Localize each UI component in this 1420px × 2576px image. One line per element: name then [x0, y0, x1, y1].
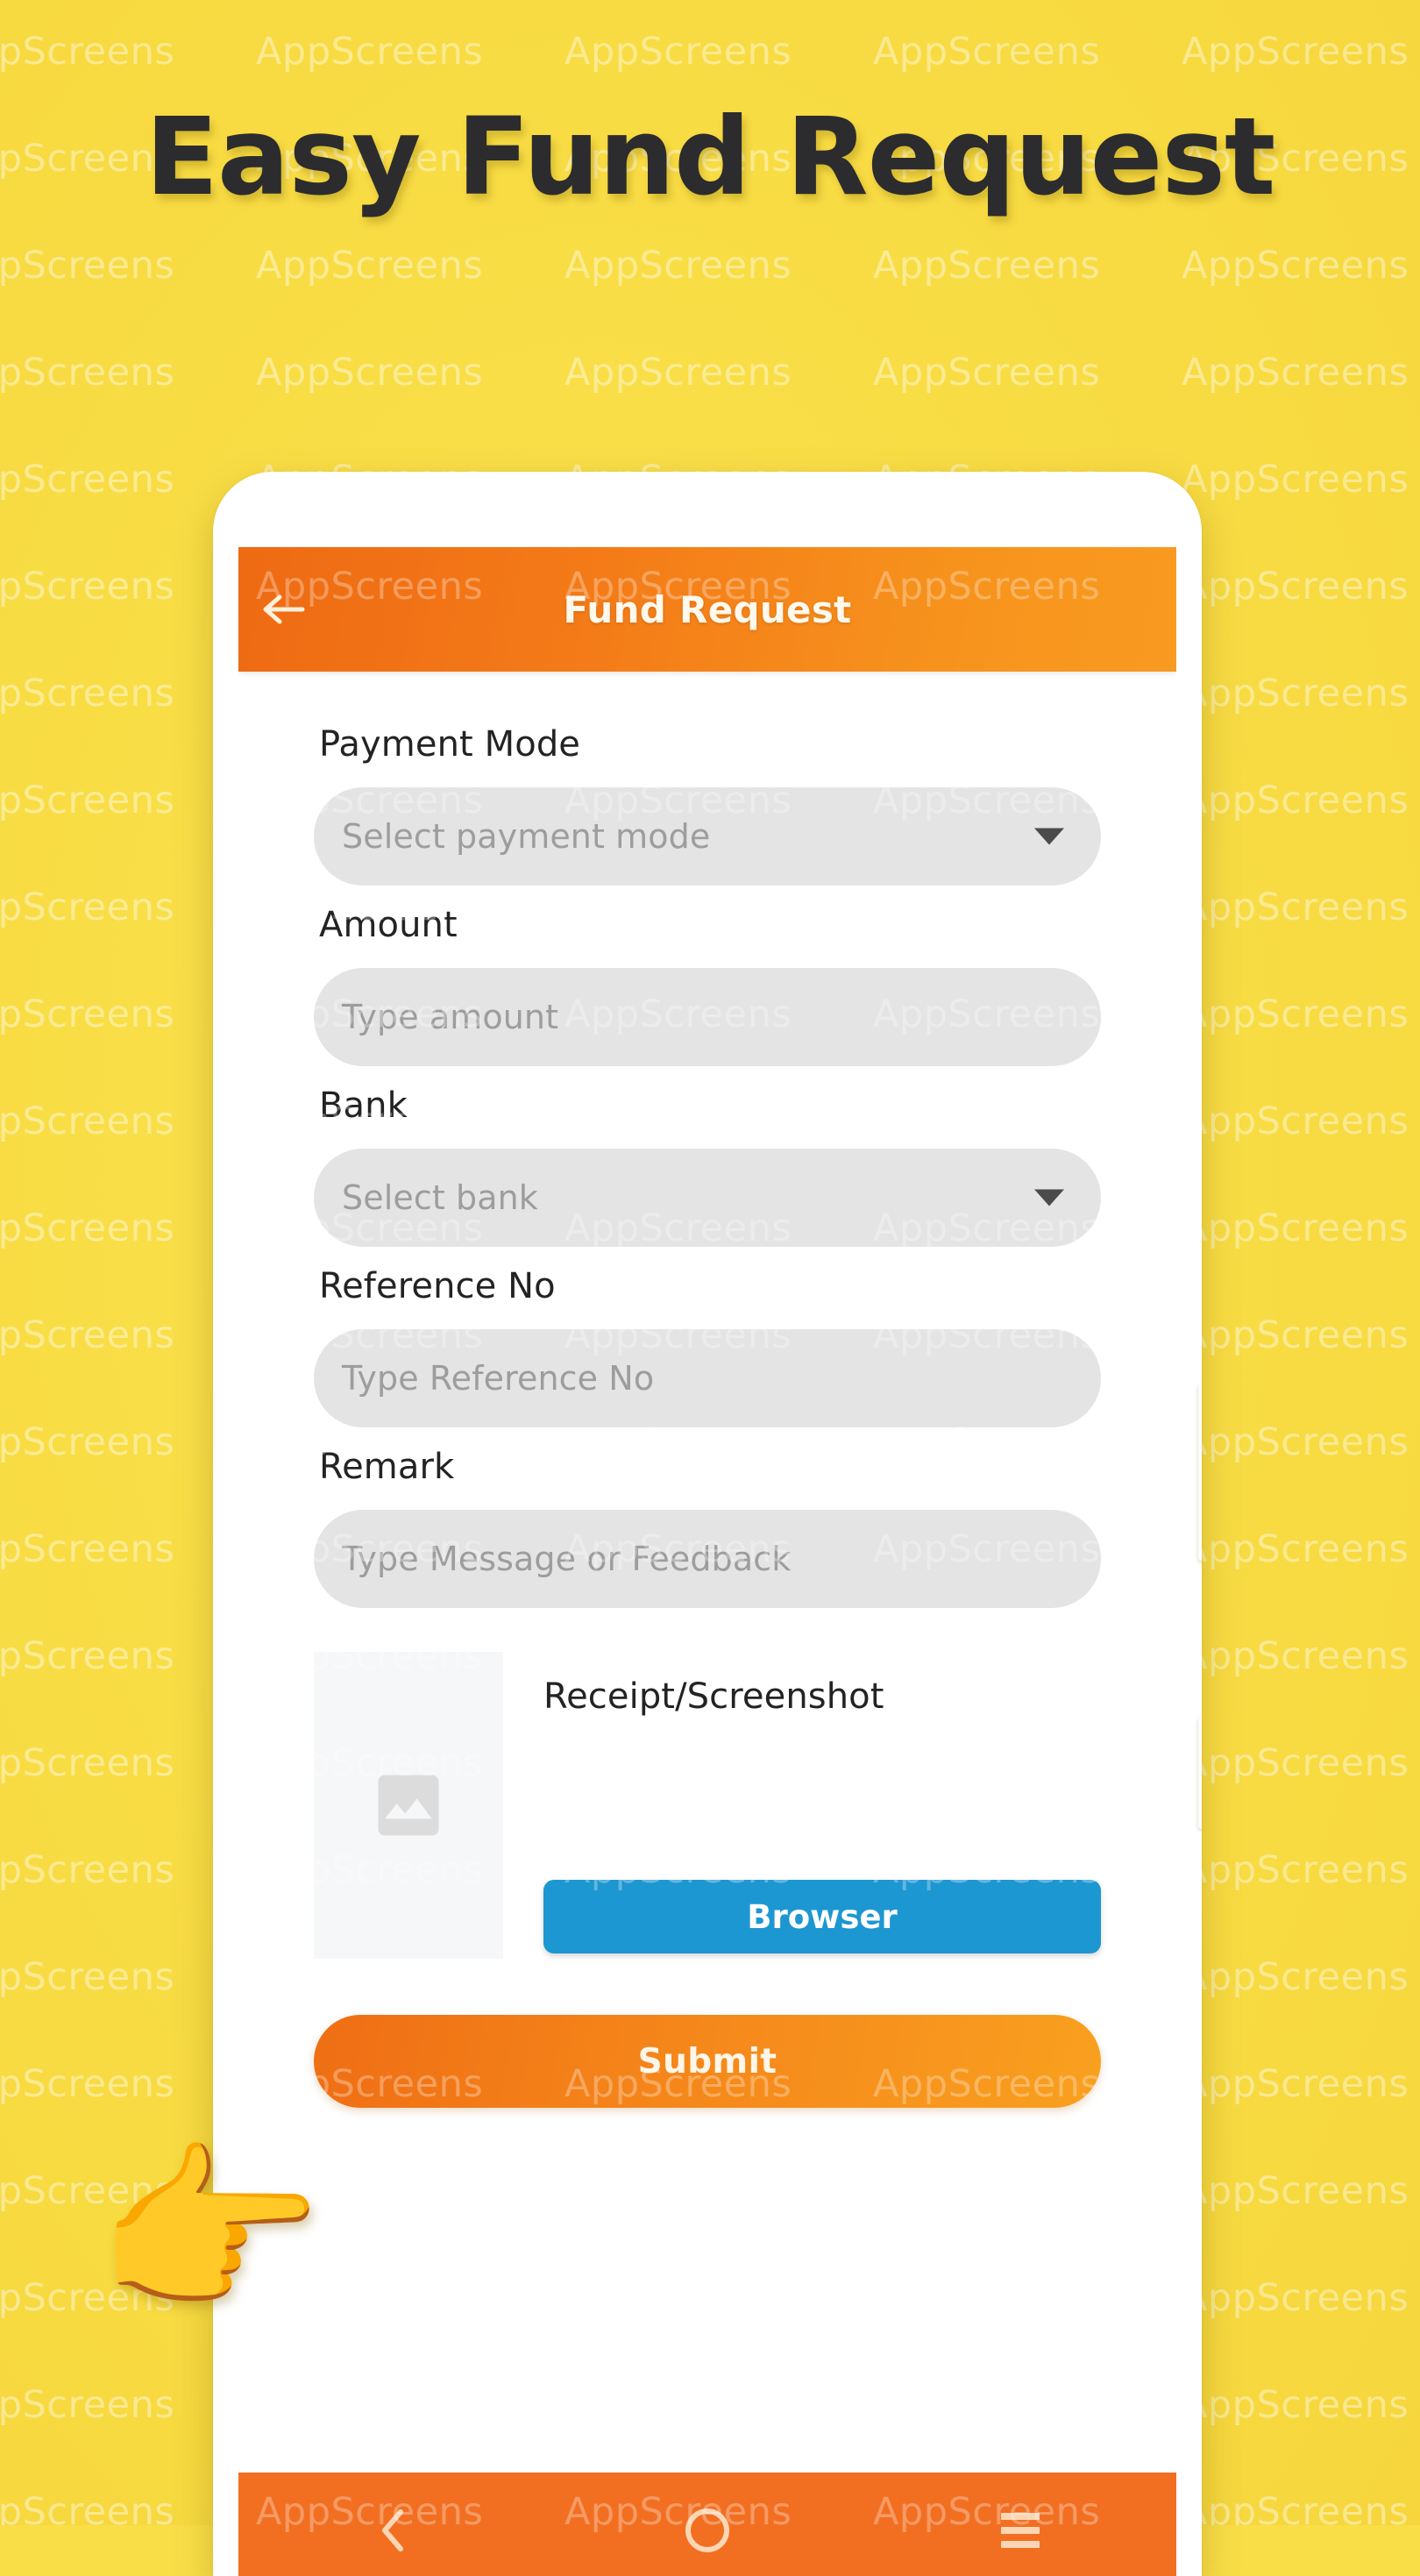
reference-no-input[interactable]: Type Reference No: [314, 1329, 1101, 1427]
receipt-label: Receipt/Screenshot: [543, 1676, 884, 1717]
label-payment-mode: Payment Mode: [319, 724, 581, 765]
chevron-left-icon: [382, 2509, 404, 2551]
phone-power-button: [1198, 1717, 1202, 1829]
label-reference-no: Reference No: [319, 1266, 556, 1306]
label-amount: Amount: [319, 905, 458, 945]
amount-input[interactable]: Type amount: [314, 968, 1101, 1066]
nav-back-button[interactable]: [329, 2507, 460, 2554]
pointing-right-hand-icon: 👉: [95, 2128, 324, 2334]
reference-no-placeholder: Type Reference No: [342, 1359, 655, 1398]
chevron-down-icon: [1034, 1189, 1064, 1206]
label-bank: Bank: [319, 1085, 408, 1126]
receipt-screenshot-row: Receipt/Screenshot Browser: [314, 1652, 1101, 1959]
android-nav-bar: [238, 2473, 1176, 2576]
bank-placeholder: Select bank: [342, 1178, 538, 1217]
phone-screen: Fund Request Payment Mode Select payment…: [238, 547, 1176, 2576]
bank-dropdown[interactable]: Select bank: [314, 1149, 1101, 1247]
payment-mode-dropdown[interactable]: Select payment mode: [314, 787, 1101, 886]
hamburger-menu-icon: [1000, 2513, 1040, 2548]
watermark-row: AppScreensAppScreensAppScreensAppScreens…: [0, 30, 1409, 74]
remark-input[interactable]: Type Message or Feedback: [314, 1510, 1101, 1608]
watermark-row: AppScreensAppScreensAppScreensAppScreens…: [256, 1955, 1101, 1999]
payment-mode-placeholder: Select payment mode: [342, 817, 711, 856]
nav-recents-button[interactable]: [955, 2513, 1086, 2548]
app-bar-title: Fund Request: [563, 587, 852, 631]
phone-volume-button: [1198, 1384, 1202, 1561]
browse-button[interactable]: Browser: [543, 1880, 1101, 1953]
back-arrow-icon[interactable]: [238, 592, 330, 627]
submit-button[interactable]: Submit: [314, 2015, 1101, 2108]
promo-headline: Easy Fund Request: [145, 95, 1276, 219]
label-remark: Remark: [319, 1447, 455, 1487]
phone-mockup: Fund Request Payment Mode Select payment…: [213, 472, 1202, 2576]
circle-home-icon: [685, 2508, 729, 2552]
image-placeholder-icon: [378, 1775, 439, 1836]
app-bar: Fund Request: [238, 547, 1176, 672]
receipt-thumbnail[interactable]: [314, 1652, 503, 1959]
watermark-row: AppScreensAppScreensAppScreensAppScreens…: [256, 2276, 1101, 2320]
remark-placeholder: Type Message or Feedback: [342, 1540, 792, 1578]
watermark-row: AppScreensAppScreensAppScreensAppScreens…: [0, 244, 1409, 288]
watermark-row: AppScreensAppScreensAppScreensAppScreens…: [256, 2169, 1101, 2213]
nav-home-button[interactable]: [642, 2506, 773, 2555]
receipt-right-column: Receipt/Screenshot Browser: [503, 1652, 1101, 1959]
fund-request-form: Payment Mode Select payment mode Amount …: [238, 672, 1176, 1959]
watermark-row: AppScreensAppScreensAppScreensAppScreens…: [0, 351, 1409, 395]
amount-placeholder: Type amount: [342, 998, 559, 1036]
chevron-down-icon: [1034, 828, 1064, 845]
watermark-row: AppScreensAppScreensAppScreensAppScreens…: [256, 2383, 1101, 2427]
